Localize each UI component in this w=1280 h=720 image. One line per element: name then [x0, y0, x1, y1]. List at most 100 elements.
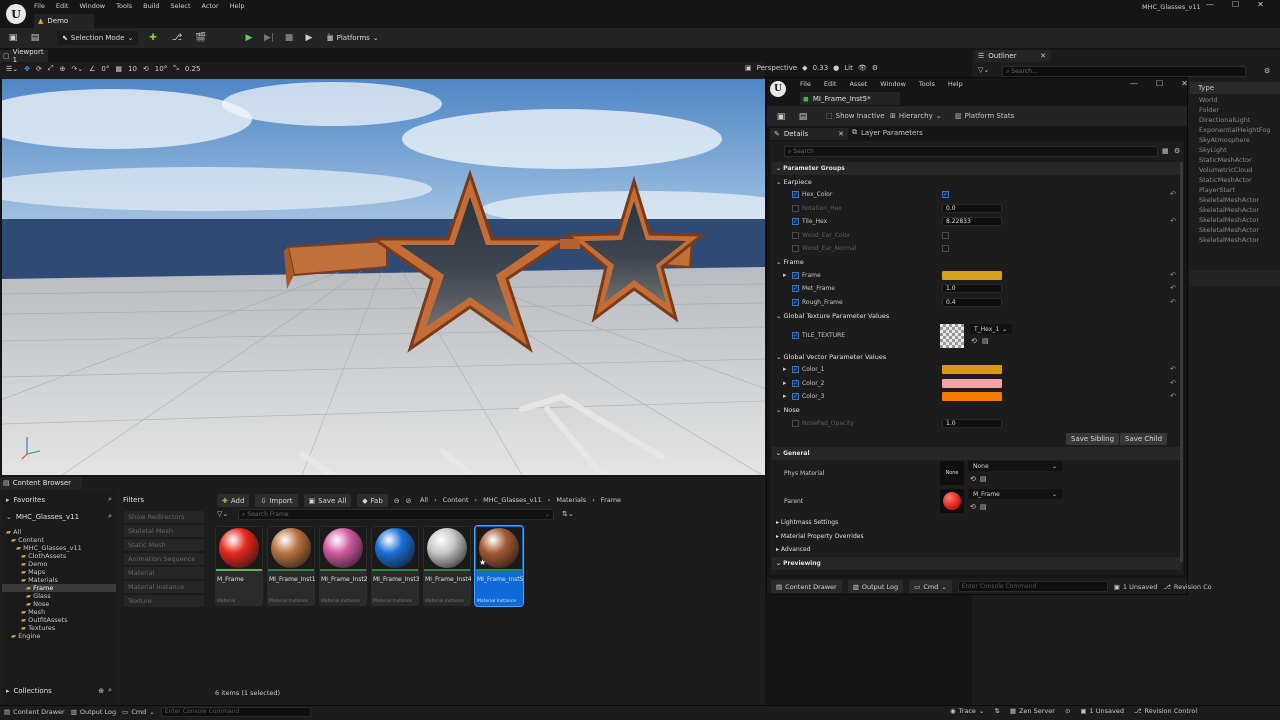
expand-arrow-icon[interactable]: ▸ [783, 365, 787, 373]
rotation-hex-checkbox[interactable] [792, 204, 799, 212]
menu-edit[interactable]: Edit [56, 2, 69, 10]
wood-ear-color-value-checkbox[interactable] [942, 231, 949, 239]
expand-arrow-icon[interactable]: ▸ [783, 271, 787, 279]
filter-chip[interactable]: Static Mesh [124, 539, 204, 551]
editor-menu-file[interactable]: File [800, 80, 811, 88]
selection-mode-dropdown[interactable]: ⬉ Selection Mode ⌄ [57, 31, 139, 45]
asset-tile[interactable]: MI_Frame_Inst3 Material Instance [371, 526, 419, 606]
viewport-scene[interactable] [2, 79, 765, 475]
rotate-snap-value[interactable]: 0° [101, 65, 109, 73]
outliner-search[interactable]: ⌕ Search... [1002, 66, 1246, 77]
details-settings-icon[interactable]: ⚙ [1174, 147, 1180, 155]
outliner-type-cell[interactable]: Folder [1190, 105, 1280, 115]
scale-snap-icon[interactable]: ⤡ [173, 64, 179, 73]
angle-snap-icon[interactable]: ⟲ [143, 65, 149, 73]
browse-asset-icon[interactable]: ▤ [982, 337, 989, 345]
maximize-icon[interactable]: ☐ [1232, 0, 1239, 9]
editor-cmd-dropdown[interactable]: ▭ Cmd ⌄ [909, 580, 952, 593]
folder-tree-item[interactable]: ▰ OutfitAssets [2, 616, 116, 624]
outliner-type-cell[interactable]: SkeletalMeshActor [1190, 215, 1280, 225]
filter-chip[interactable]: Skeletal Mesh [124, 525, 204, 537]
cinematics-icon[interactable]: 🎬 [194, 31, 208, 45]
rotate-snap-icon[interactable]: ∠ [89, 65, 95, 73]
scale-icon[interactable]: ⤢ [48, 64, 54, 73]
editor-browse-icon[interactable]: ▤ [796, 110, 810, 124]
outliner-type-cell[interactable]: VolumetricCloud [1190, 165, 1280, 175]
frame-color-swatch[interactable] [942, 270, 1002, 280]
editor-revision-control[interactable]: ⎇ Revision Co [1163, 583, 1211, 591]
outliner-type-cell[interactable]: SkeletalMeshActor [1190, 235, 1280, 245]
folder-tree-item[interactable]: ▰ Textures [2, 624, 116, 632]
color-1-swatch[interactable] [942, 365, 1002, 374]
folder-tree-item[interactable]: ▰ Materials [2, 576, 116, 584]
filter-dropdown-icon[interactable]: ▽⌄ [217, 510, 228, 518]
reset-icon[interactable]: ↶ [1170, 217, 1176, 225]
texture-dropdown[interactable]: T_Hex_1 ⌄ [969, 324, 1013, 334]
filter-chip[interactable]: Material [124, 567, 204, 579]
general-group[interactable]: ⌄ General [772, 447, 1182, 460]
search-icon[interactable]: ⌕ [108, 512, 112, 521]
texture-thumbnail[interactable] [940, 324, 964, 348]
fab-button[interactable]: ◆ Fab [357, 494, 388, 507]
move-icon[interactable]: ✥ [24, 65, 30, 73]
menu-window[interactable]: Window [79, 2, 105, 10]
nosepad-opacity-checkbox[interactable] [792, 419, 799, 427]
outliner-type-cell[interactable]: PlayerStart [1190, 185, 1280, 195]
surface-snap-icon[interactable]: ↷⌄ [71, 65, 83, 73]
frame-group[interactable]: ⌄ Frame [772, 256, 1182, 269]
trace-dropdown[interactable]: ◉ Trace ⌄ [950, 707, 984, 715]
phys-material-thumbnail[interactable]: None [940, 461, 964, 485]
show-icon[interactable]: 👁 [858, 64, 867, 72]
outliner-type-cell[interactable]: World [1190, 95, 1280, 105]
wood-ear-normal-checkbox[interactable] [792, 245, 799, 252]
rough-frame-checkbox[interactable]: ✓ [792, 298, 799, 306]
content-drawer-button[interactable]: ▤ Content Drawer [4, 708, 65, 716]
editor-menu-edit[interactable]: Edit [824, 80, 837, 88]
color-1-checkbox[interactable]: ✓ [792, 366, 799, 373]
phys-material-dropdown[interactable]: None ⌄ [968, 461, 1062, 471]
menu-actor[interactable]: Actor [202, 2, 219, 10]
reset-icon[interactable]: ↶ [1170, 365, 1176, 373]
reset-icon[interactable]: ↶ [1170, 298, 1176, 306]
notifications-icon[interactable]: ⊙ [1065, 707, 1070, 715]
collections-header[interactable]: ▸ Collections ⊕ ⌕ [6, 686, 112, 695]
grid-snap-value[interactable]: 10 [128, 65, 137, 73]
folder-tree-item[interactable]: ▰ MHC_Glasses_v11 [2, 544, 116, 552]
breadcrumb-item[interactable]: All [420, 496, 428, 504]
menu-file[interactable]: File [34, 2, 45, 10]
color-3-swatch[interactable] [942, 392, 1002, 401]
reset-icon[interactable]: ↶ [1170, 392, 1176, 400]
sort-icon[interactable]: ⇅⌄ [562, 510, 574, 518]
asset-tile[interactable]: MI_Frame_Inst1 Material Instance [267, 526, 315, 606]
level-tab[interactable]: ▲ Demo [34, 14, 94, 28]
breadcrumb-item[interactable]: MHC_Glasses_v11 [483, 496, 542, 504]
reset-icon[interactable]: ↶ [1170, 190, 1176, 198]
show-inactive-button[interactable]: ⬚ Show Inactive [826, 112, 885, 120]
filter-chip[interactable]: Show Redirectors [124, 511, 204, 523]
outliner-type-cell[interactable]: SkeletalMeshActor [1190, 195, 1280, 205]
global-texture-group[interactable]: ⌄ Global Texture Parameter Values [772, 309, 1182, 322]
filter-chip[interactable]: Texture [124, 595, 204, 607]
grid-view-icon[interactable]: ▦ [1162, 147, 1169, 155]
history-back-icon[interactable]: ⊖ [394, 497, 400, 505]
parameter-groups-header[interactable]: ⌄ Parameter Groups [772, 162, 1182, 175]
eject-icon[interactable]: ▶ [302, 31, 316, 45]
folder-tree-item[interactable]: ▰ Content [2, 536, 116, 544]
filter-chip[interactable]: Material Instance [124, 581, 204, 593]
advanced-group[interactable]: ▸ Advanced [772, 543, 1182, 556]
outliner-type-cell[interactable]: SkeletalMeshActor [1190, 205, 1280, 215]
browse-asset-icon[interactable]: ▤ [980, 503, 987, 511]
fov-value[interactable]: 0.33 [813, 64, 829, 72]
outliner-type-cell[interactable]: StaticMeshActor [1190, 175, 1280, 185]
asset-tile[interactable]: MI_Frame_Inst2 Material Instance [319, 526, 367, 606]
details-scrollbar[interactable] [1180, 162, 1183, 562]
outliner-type-cell[interactable]: SkeletalMeshActor [1190, 225, 1280, 235]
editor-console-input[interactable]: Enter Console Command [957, 581, 1108, 592]
transform-menu-icon[interactable]: ☰⌄ [6, 65, 18, 73]
editor-menu-tools[interactable]: Tools [919, 80, 935, 88]
minimize-icon[interactable]: — [1206, 0, 1214, 9]
editor-output-log-button[interactable]: ▥ Output Log [847, 580, 904, 593]
lightmass-settings-group[interactable]: ▸ Lightmass Settings [772, 516, 1182, 529]
details-tab[interactable]: ✎ Details ✕ [770, 128, 848, 140]
platforms-dropdown[interactable]: ▦ Platforms ⌄ [322, 31, 384, 45]
